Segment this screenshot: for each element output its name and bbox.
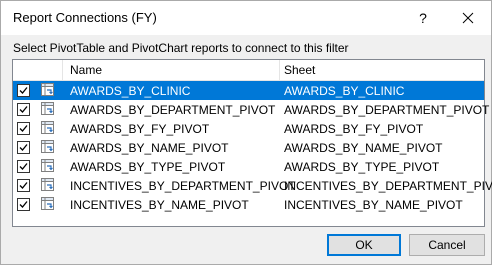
checkmark-icon: [19, 125, 28, 132]
pivot-table-icon: [41, 197, 54, 210]
checkmark-icon: [19, 201, 28, 208]
list-item[interactable]: INCENTIVES_BY_DEPARTMENT_PIVOT INCENTIVES…: [13, 176, 492, 195]
row-checkbox[interactable]: [17, 160, 30, 173]
list-item[interactable]: AWARDS_BY_DEPARTMENT_PIVOT AWARDS_BY_DEPA…: [13, 100, 489, 119]
row-checkbox[interactable]: [17, 141, 30, 154]
row-checkbox[interactable]: [17, 103, 30, 116]
checkmark-icon: [19, 87, 28, 94]
list-item[interactable]: INCENTIVES_BY_NAME_PIVOT INCENTIVES_BY_NA…: [13, 195, 484, 214]
checkmark-icon: [19, 163, 28, 170]
close-button[interactable]: [457, 7, 479, 29]
report-sheet: INCENTIVES_BY_NAME_PIVOT: [284, 198, 463, 212]
row-checkbox[interactable]: [17, 84, 30, 97]
checkmark-icon: [19, 182, 28, 189]
list-item[interactable]: AWARDS_BY_NAME_PIVOT AWARDS_BY_NAME_PIVOT: [13, 138, 484, 157]
report-sheet: AWARDS_BY_DEPARTMENT_PIVOT: [284, 103, 490, 117]
report-name: INCENTIVES_BY_NAME_PIVOT: [70, 198, 249, 212]
pivot-table-icon: [41, 178, 54, 191]
pivot-table-icon: [41, 159, 54, 172]
report-sheet: INCENTIVES_BY_DEPARTMENT_PIVOT: [284, 179, 492, 193]
pivot-table-icon: [41, 83, 54, 96]
report-list[interactable]: Name Sheet AWARDS_BY_CLINIC AWARDS_BY_CLI…: [12, 59, 492, 227]
checkmark-icon: [19, 144, 28, 151]
checkmark-icon: [19, 106, 28, 113]
list-item[interactable]: AWARDS_BY_FY_PIVOT AWARDS_BY_FY_PIVOT: [13, 119, 484, 138]
report-sheet: AWARDS_BY_NAME_PIVOT: [284, 141, 443, 155]
report-name: AWARDS_BY_FY_PIVOT: [70, 122, 210, 136]
report-sheet: AWARDS_BY_CLINIC: [284, 84, 405, 98]
column-header-sheet[interactable]: Sheet: [284, 63, 315, 77]
row-checkbox[interactable]: [17, 179, 30, 192]
report-name: AWARDS_BY_DEPARTMENT_PIVOT: [70, 103, 276, 117]
row-checkbox[interactable]: [17, 198, 30, 211]
report-sheet: AWARDS_BY_TYPE_PIVOT: [284, 160, 440, 174]
list-header: Name Sheet: [13, 60, 484, 81]
header-separator[interactable]: [62, 60, 63, 80]
title-bar[interactable]: Report Connections (FY) ?: [1, 1, 491, 35]
row-checkbox[interactable]: [17, 122, 30, 135]
report-name: AWARDS_BY_TYPE_PIVOT: [70, 160, 226, 174]
report-connections-dialog: Report Connections (FY) ? Select PivotTa…: [0, 0, 492, 265]
close-icon: [462, 12, 474, 24]
pivot-table-icon: [41, 121, 54, 134]
report-name: AWARDS_BY_NAME_PIVOT: [70, 141, 229, 155]
header-separator[interactable]: [279, 60, 280, 80]
cancel-button[interactable]: Cancel: [409, 234, 485, 256]
help-button[interactable]: ?: [413, 7, 433, 29]
column-header-name[interactable]: Name: [70, 63, 102, 77]
report-name: INCENTIVES_BY_DEPARTMENT_PIVOT: [70, 179, 296, 193]
window-title: Report Connections (FY): [13, 10, 157, 25]
instruction-text: Select PivotTable and PivotChart reports…: [13, 41, 349, 55]
list-item[interactable]: AWARDS_BY_TYPE_PIVOT AWARDS_BY_TYPE_PIVOT: [13, 157, 484, 176]
pivot-table-icon: [41, 140, 54, 153]
list-item[interactable]: AWARDS_BY_CLINIC AWARDS_BY_CLINIC: [13, 81, 484, 100]
pivot-table-icon: [41, 102, 54, 115]
report-sheet: AWARDS_BY_FY_PIVOT: [284, 122, 424, 136]
ok-button[interactable]: OK: [327, 234, 401, 256]
report-name: AWARDS_BY_CLINIC: [70, 84, 191, 98]
